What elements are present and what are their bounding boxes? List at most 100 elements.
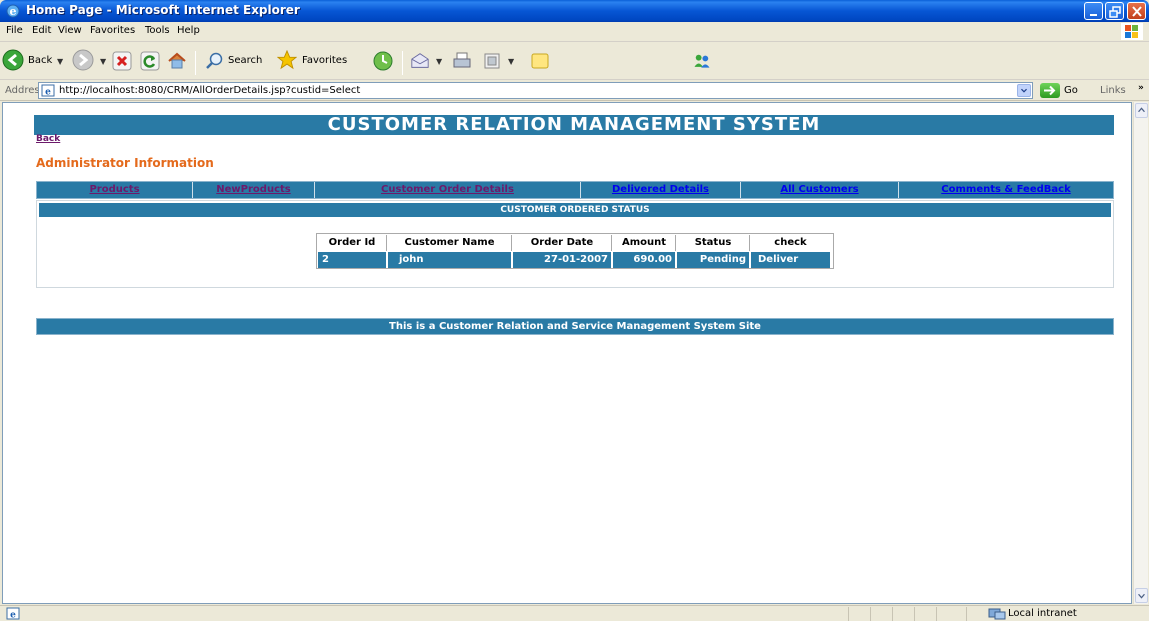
back-label: Back — [28, 55, 53, 66]
menu-tools[interactable]: Tools — [145, 25, 170, 36]
header-order-id: Order Id — [318, 235, 387, 251]
header-order-date: Order Date — [513, 235, 612, 251]
admin-title: Administrator Information — [36, 156, 214, 170]
address-input[interactable]: e http://localhost:8080/CRM/AllOrderDeta… — [38, 82, 1033, 99]
back-button[interactable]: Back ▼ — [2, 49, 66, 75]
restore-icon — [1109, 6, 1121, 18]
menu-file[interactable]: File — [6, 25, 23, 36]
history-icon — [373, 51, 393, 71]
mail-button[interactable]: ▼ — [410, 49, 446, 75]
page-icon: e — [41, 84, 55, 97]
svg-text:e: e — [10, 5, 17, 18]
search-icon — [206, 52, 223, 69]
status-heading: CUSTOMER ORDERED STATUS — [39, 203, 1111, 217]
restore-button[interactable] — [1105, 2, 1124, 20]
nav-comments-feedback[interactable]: Comments & FeedBack — [899, 182, 1113, 198]
stop-icon — [112, 51, 132, 71]
menu-favorites[interactable]: Favorites — [90, 25, 135, 36]
address-url: http://localhost:8080/CRM/AllOrderDetail… — [59, 85, 361, 96]
cell-amount: 690.00 — [613, 252, 676, 268]
home-icon — [168, 52, 186, 69]
close-button[interactable] — [1127, 2, 1146, 20]
deliver-link[interactable]: Deliver — [751, 252, 830, 268]
home-button[interactable] — [165, 49, 189, 75]
status-pane — [936, 607, 956, 621]
scroll-down-icon[interactable] — [1135, 588, 1148, 603]
nav-delivered-details[interactable]: Delivered Details — [581, 182, 741, 198]
refresh-icon — [140, 51, 160, 71]
vertical-scrollbar[interactable] — [1133, 102, 1148, 604]
cell-order-date: 27-01-2007 — [513, 252, 612, 268]
menu-edit[interactable]: Edit — [32, 25, 51, 36]
svg-text:e: e — [10, 611, 16, 621]
note-icon — [531, 53, 549, 69]
toolbar-separator — [195, 51, 196, 75]
nav-products[interactable]: Products — [37, 182, 193, 198]
print-icon — [453, 52, 471, 68]
nav-customer-order-details[interactable]: Customer Order Details — [315, 182, 581, 198]
chevron-right-icon[interactable]: » — [1138, 83, 1144, 93]
scroll-up-icon[interactable] — [1135, 103, 1148, 118]
cell-customer-name: john — [388, 252, 512, 268]
mail-dropdown-icon[interactable]: ▼ — [436, 57, 442, 66]
mail-icon — [411, 53, 429, 68]
messenger-button[interactable] — [690, 49, 720, 75]
header-check: check — [751, 235, 830, 251]
minimize-icon — [1090, 14, 1097, 16]
order-table: Order Id Customer Name Order Date Amount… — [316, 233, 834, 269]
cell-status: Pending — [677, 252, 750, 268]
cell-order-id: 2 — [318, 252, 387, 268]
nav-all-customers[interactable]: All Customers — [741, 182, 899, 198]
status-pane — [892, 607, 912, 621]
toolbar-separator — [402, 51, 403, 75]
window-title: Home Page - Microsoft Internet Explorer — [26, 3, 300, 17]
menu-help[interactable]: Help — [177, 25, 200, 36]
favorites-star-icon — [277, 50, 297, 70]
menu-view[interactable]: View — [58, 25, 82, 36]
address-bar: Address e http://localhost:8080/CRM/AllO… — [0, 81, 1149, 101]
local-intranet-icon — [988, 608, 1006, 620]
svg-text:e: e — [45, 88, 51, 98]
history-button[interactable] — [372, 49, 396, 75]
search-button[interactable]: Search — [203, 49, 273, 75]
browser-window: e Home Page - Microsoft Internet Explore… — [0, 0, 1149, 621]
back-arrow-icon — [2, 49, 24, 71]
back-dropdown-icon[interactable]: ▼ — [57, 57, 63, 66]
windows-logo-icon — [1121, 23, 1143, 40]
title-bar: e Home Page - Microsoft Internet Explore… — [0, 0, 1149, 22]
forward-button[interactable]: ▼ — [72, 49, 112, 75]
status-pane — [870, 607, 890, 621]
page-content: CUSTOMER RELATION MANAGEMENT SYSTEM Back… — [2, 102, 1132, 604]
address-dropdown-icon[interactable] — [1017, 84, 1031, 97]
header-amount: Amount — [613, 235, 676, 251]
status-bar: e Local intranet — [0, 605, 1149, 621]
stop-button[interactable] — [110, 49, 134, 75]
order-status-panel: CUSTOMER ORDERED STATUS Order Id Custome… — [36, 200, 1114, 288]
go-arrow-icon[interactable] — [1040, 83, 1060, 98]
messenger-icon — [694, 54, 710, 68]
header-customer-name: Customer Name — [388, 235, 512, 251]
search-label: Search — [228, 55, 263, 66]
edit-page-icon — [484, 53, 500, 69]
menu-bar: File Edit View Favorites Tools Help — [0, 22, 1149, 42]
links-label[interactable]: Links — [1100, 85, 1126, 96]
footer-bar: This is a Customer Relation and Service … — [36, 318, 1114, 335]
back-link[interactable]: Back — [36, 134, 60, 144]
edit-button[interactable]: ▼ — [480, 49, 520, 75]
close-icon — [1132, 6, 1142, 17]
page-done-icon: e — [6, 607, 20, 620]
favorites-label: Favorites — [302, 55, 348, 66]
nav-bar: Products NewProducts Customer Order Deta… — [36, 181, 1114, 199]
go-button[interactable]: Go — [1064, 85, 1078, 96]
edit-dropdown-icon[interactable]: ▼ — [508, 57, 514, 66]
print-button[interactable] — [450, 49, 474, 75]
discuss-button[interactable] — [528, 49, 552, 75]
forward-dropdown-icon[interactable]: ▼ — [100, 57, 106, 66]
status-pane — [848, 607, 868, 621]
favorites-button[interactable]: Favorites — [276, 49, 366, 75]
header-status: Status — [677, 235, 750, 251]
status-pane — [914, 607, 934, 621]
refresh-button[interactable] — [138, 49, 162, 75]
nav-new-products[interactable]: NewProducts — [193, 182, 315, 198]
minimize-button[interactable] — [1084, 2, 1103, 20]
